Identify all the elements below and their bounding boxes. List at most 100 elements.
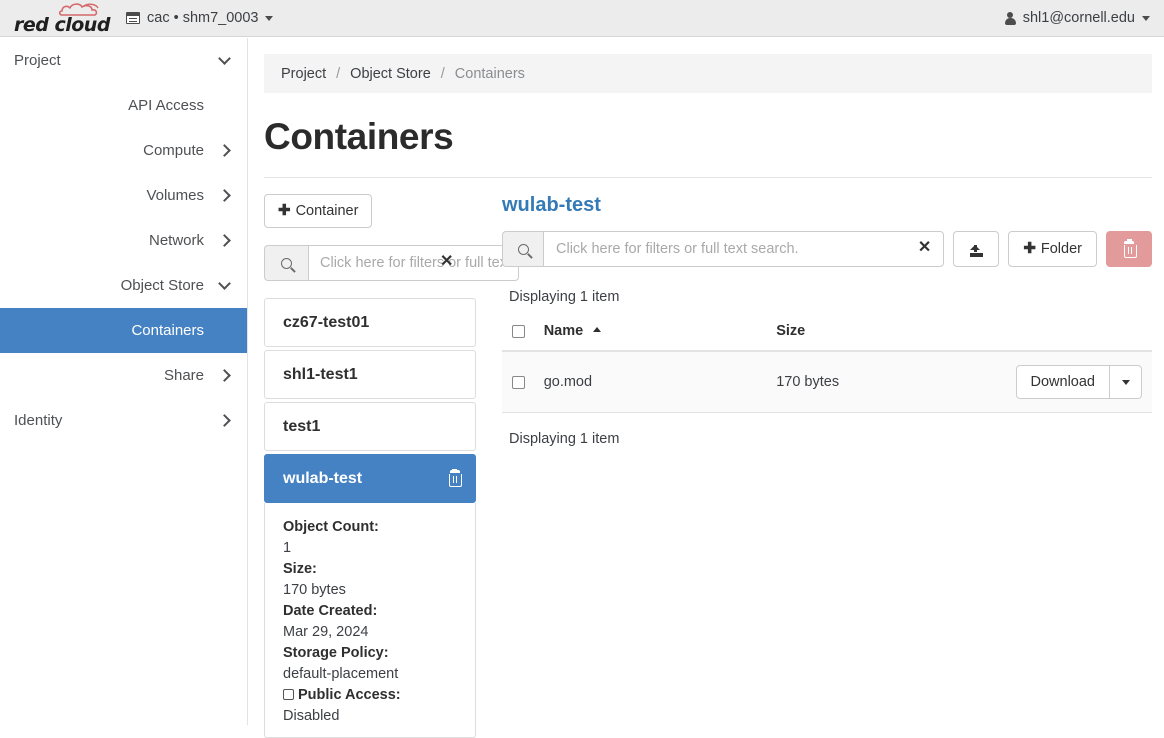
- upload-icon-base: [969, 253, 983, 257]
- sidebar-item-label: Network: [148, 232, 204, 249]
- detail-label: Date Created:: [283, 603, 378, 619]
- sidebar-item-label: Containers: [131, 322, 204, 339]
- object-size-cell: 170 bytes: [768, 351, 1008, 413]
- sidebar-item-label: Share: [163, 367, 204, 384]
- delete-objects-button[interactable]: [1106, 231, 1152, 267]
- user-menu[interactable]: shl1@cornell.edu: [1004, 10, 1164, 26]
- objects-count-bottom: Displaying 1 item: [509, 431, 620, 447]
- container-name-label: wulab-test: [283, 469, 363, 487]
- top-header-bar: red cloud cac • shm7_0003 shl1@cornell.e…: [0, 0, 1164, 37]
- sidebar-item-network[interactable]: Network: [0, 218, 247, 263]
- objects-search-clear-icon[interactable]: ✕: [918, 240, 931, 256]
- sidebar-item-label: API Access: [128, 97, 204, 114]
- row-select-checkbox[interactable]: [512, 375, 525, 389]
- project-icon: [126, 12, 140, 24]
- chevron-right-icon: [218, 234, 231, 247]
- sidebar-item-project[interactable]: Project: [0, 38, 247, 83]
- sort-ascending-icon: [593, 327, 602, 332]
- objects-table: Name Size go.mod 170 bytes Download: [502, 317, 1152, 413]
- container-list-item[interactable]: shl1-test1: [264, 350, 476, 399]
- chevron-down-icon: [218, 52, 231, 65]
- container-name-label: cz67-test01: [283, 313, 370, 331]
- objects-table-body: go.mod 170 bytes Download: [502, 351, 1152, 413]
- chevron-down-icon: [265, 15, 274, 21]
- plus-icon: ✚: [278, 202, 291, 219]
- plus-icon: ✚: [1023, 240, 1036, 257]
- container-filter-group: ✕: [264, 245, 519, 281]
- chevron-right-icon: [218, 414, 231, 427]
- detail-value: Mar 29, 2024: [283, 624, 369, 640]
- brand-name: red cloud: [14, 13, 110, 36]
- container-filter-clear-icon[interactable]: ✕: [440, 254, 453, 270]
- breadcrumb-separator: /: [336, 65, 341, 82]
- trash-icon: [1123, 239, 1137, 258]
- breadcrumb-item-project[interactable]: Project: [281, 66, 326, 82]
- container-name-label: shl1-test1: [283, 365, 358, 383]
- detail-value: 1: [283, 540, 292, 556]
- create-folder-label: Folder: [1040, 241, 1082, 257]
- container-list: cz67-test01 shl1-test1 test1 wulab-test: [264, 298, 476, 503]
- main-content: Project / Object Store / Containers Cont…: [249, 38, 1164, 738]
- trash-icon[interactable]: [448, 468, 462, 487]
- public-access-checkbox[interactable]: [283, 689, 294, 700]
- sidebar-item-label: Project: [14, 52, 61, 69]
- sidebar-item-label: Compute: [143, 142, 204, 159]
- sidebar-item-object-store[interactable]: Object Store: [0, 263, 247, 308]
- objects-panel: wulab-test ✕ ✚ Folder: [502, 194, 1152, 738]
- selected-container-title[interactable]: wulab-test: [502, 194, 1152, 217]
- column-header-size[interactable]: Size: [768, 317, 1008, 352]
- brand-logo[interactable]: red cloud: [0, 0, 110, 37]
- breadcrumb: Project / Object Store / Containers: [264, 54, 1152, 93]
- add-container-button[interactable]: ✚ Container: [264, 194, 373, 228]
- download-dropdown-toggle[interactable]: [1110, 365, 1142, 399]
- detail-value: 170 bytes: [283, 582, 346, 598]
- column-header-name[interactable]: Name: [535, 317, 769, 352]
- project-selector[interactable]: cac • shm7_0003: [120, 6, 279, 30]
- container-list-item[interactable]: test1: [264, 402, 476, 451]
- sidebar-item-api-access[interactable]: API Access: [0, 83, 247, 128]
- table-row[interactable]: go.mod 170 bytes Download: [502, 351, 1152, 413]
- page-title: Containers: [264, 116, 454, 157]
- download-split-button: Download: [1015, 365, 1142, 399]
- container-list-item[interactable]: cz67-test01: [264, 298, 476, 347]
- sidebar-item-label: Volumes: [146, 187, 204, 204]
- object-actions-cell: Download: [1007, 351, 1152, 413]
- container-list-item[interactable]: wulab-test: [264, 454, 476, 503]
- objects-search-button[interactable]: [502, 231, 543, 267]
- upload-file-button[interactable]: [953, 231, 1000, 267]
- breadcrumb-separator: /: [440, 65, 445, 82]
- detail-label: Public Access:: [283, 685, 457, 706]
- user-email-label: shl1@cornell.edu: [1022, 10, 1135, 26]
- objects-table-header-row: Name Size: [502, 317, 1152, 352]
- column-header-size-label: Size: [776, 323, 806, 339]
- create-folder-button[interactable]: ✚ Folder: [1008, 231, 1097, 267]
- container-filter-input[interactable]: [308, 245, 519, 281]
- sidebar-item-compute[interactable]: Compute: [0, 128, 247, 173]
- sidebar-item-containers[interactable]: Containers: [0, 308, 247, 353]
- sidebar-item-volumes[interactable]: Volumes: [0, 173, 247, 218]
- detail-label: Object Count:: [283, 519, 379, 535]
- column-header-name-label: Name: [543, 323, 584, 339]
- chevron-right-icon: [218, 189, 231, 202]
- sidebar-item-share[interactable]: Share: [0, 353, 247, 398]
- upload-icon: [969, 242, 984, 257]
- download-button[interactable]: Download: [1015, 365, 1110, 399]
- chevron-right-icon: [218, 369, 231, 382]
- objects-search-input[interactable]: [543, 231, 945, 267]
- detail-value: Disabled: [283, 708, 340, 724]
- container-details-panel: Object Count: 1 Size: 170 bytes Date Created…: [264, 503, 476, 738]
- search-icon: [281, 257, 292, 269]
- object-name-cell: go.mod: [535, 351, 769, 413]
- objects-count-top: Displaying 1 item: [509, 289, 620, 305]
- sidebar-item-identity[interactable]: Identity: [0, 398, 247, 443]
- select-all-checkbox[interactable]: [512, 324, 525, 338]
- chevron-down-icon: [218, 277, 231, 290]
- objects-table-head: Name Size: [502, 317, 1152, 352]
- container-filter-search-button[interactable]: [264, 245, 308, 281]
- chevron-right-icon: [218, 144, 231, 157]
- sidebar-item-label: Identity: [14, 412, 63, 429]
- detail-label: Storage Policy:: [283, 645, 389, 661]
- title-divider: [264, 177, 1152, 178]
- breadcrumb-item-object-store[interactable]: Object Store: [350, 66, 431, 82]
- sidebar-navigation: Project API Access Compute Volumes Network Ob…: [0, 38, 248, 725]
